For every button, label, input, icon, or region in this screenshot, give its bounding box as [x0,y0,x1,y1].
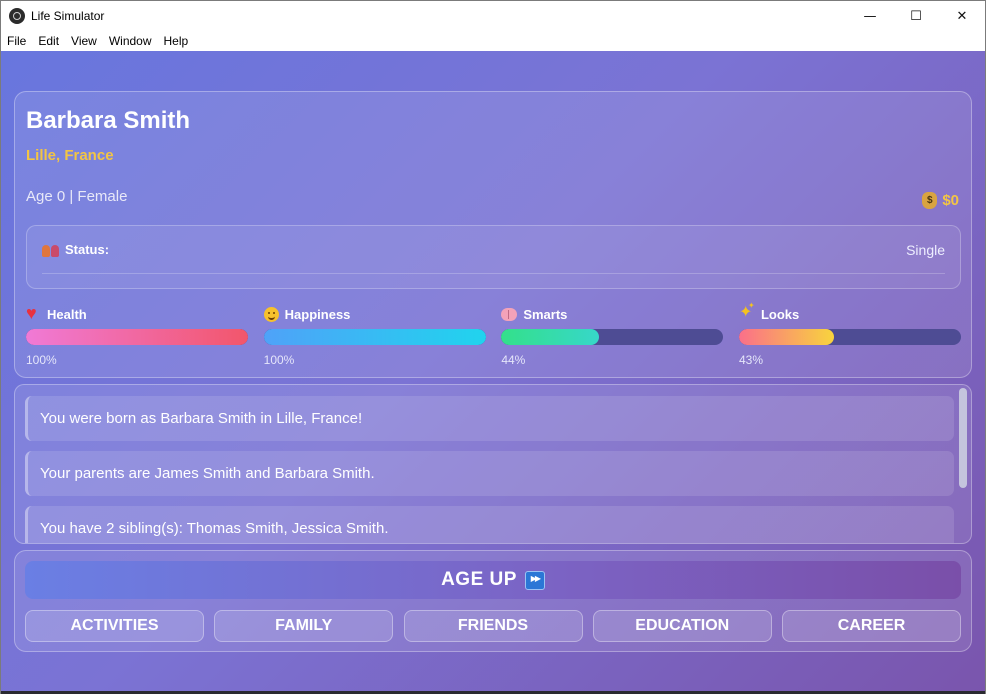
sparkles-icon [739,300,755,323]
stat-looks: Looks 43% [738,300,961,369]
action-tabs: ACTIVITIES FAMILY FRIENDS EDUCATION CARE… [25,610,961,642]
happiness-bar-fill [263,329,486,345]
maximize-button[interactable]: ☐ [893,1,939,31]
scroll-thumb[interactable] [959,388,967,488]
close-button[interactable]: ✕ [939,1,985,31]
stat-percent: 44% [501,353,526,367]
stat-smarts: Smarts 44% [501,304,724,369]
stat-label: Health [47,306,87,322]
minimize-button[interactable]: — [847,1,893,31]
status-value: Single [906,241,945,258]
status-panel: Status: Single [26,225,961,289]
status-row: Status: Single [42,226,945,274]
minimize-icon: — [863,8,877,24]
education-button[interactable]: EDUCATION [592,610,772,642]
age-up-label: AGE UP [441,569,517,590]
smarts-bar-fill [501,329,599,345]
stat-happiness: Happiness 100% [263,304,486,369]
menu-window[interactable]: Window [109,34,152,48]
friends-button[interactable]: FRIENDS [403,610,583,642]
stat-percent: 100% [26,353,57,367]
profile-card: Barbara Smith Lille, France Age 0 | Fema… [14,91,972,378]
stat-label: Smarts [523,306,568,322]
window-title: Life Simulator [31,8,105,23]
brain-icon [501,307,518,321]
career-button[interactable]: CAREER [782,610,961,642]
window-controls: — ☐ ✕ [847,1,985,31]
menu-view[interactable]: View [71,34,97,48]
close-icon: ✕ [956,8,968,24]
maximize-icon: ☐ [910,8,922,24]
status-label-text: Status: [65,242,110,257]
happiness-bar [263,329,486,345]
family-button[interactable]: FAMILY [214,610,394,642]
money-bag-icon [922,192,938,209]
age-gender: Age 0 | Female [26,188,128,205]
fast-forward-icon [524,570,545,590]
title-bar: Life Simulator — ☐ ✕ [0,0,986,30]
log-entry: You were born as Barbara Smith in Lille,… [25,396,954,441]
age-up-button[interactable]: AGE UP [25,561,961,599]
menu-help[interactable]: Help [164,34,189,48]
stat-health: Health 100% [26,303,248,369]
status-label: Status: [42,242,109,257]
event-log[interactable]: You were born as Barbara Smith in Lille,… [14,384,972,544]
log-scrollbar[interactable] [959,385,967,543]
stat-label: Looks [760,306,800,322]
character-name: Barbara Smith [26,107,191,134]
couple-icon [42,243,59,257]
app-icon [9,7,25,24]
looks-bar [738,329,961,345]
log-entry: Your parents are James Smith and Barbara… [25,451,954,496]
looks-bar-fill [738,329,835,345]
smarts-bar [501,329,724,345]
menu-bar: File Edit View Window Help [0,30,986,51]
actions-panel: AGE UP ACTIVITIES FAMILY FRIENDS EDUCATI… [14,550,972,652]
money-display: $0 [922,192,959,209]
character-location: Lille, France [26,147,114,164]
menu-edit[interactable]: Edit [38,34,59,48]
health-bar-fill [26,329,248,345]
money-value: $0 [942,192,959,209]
stat-percent: 100% [263,353,295,367]
app-content: Barbara Smith Lille, France Age 0 | Fema… [0,51,986,694]
stat-percent: 43% [738,353,763,367]
stats-row: Health 100% Happiness 100% Smarts [26,300,961,369]
heart-icon [26,303,41,323]
smile-icon [263,306,279,322]
activities-button[interactable]: ACTIVITIES [25,610,204,642]
stat-label: Happiness [284,306,351,322]
log-entry: You have 2 sibling(s): Thomas Smith, Jes… [25,506,954,543]
menu-file[interactable]: File [7,34,26,48]
health-bar [26,329,248,345]
